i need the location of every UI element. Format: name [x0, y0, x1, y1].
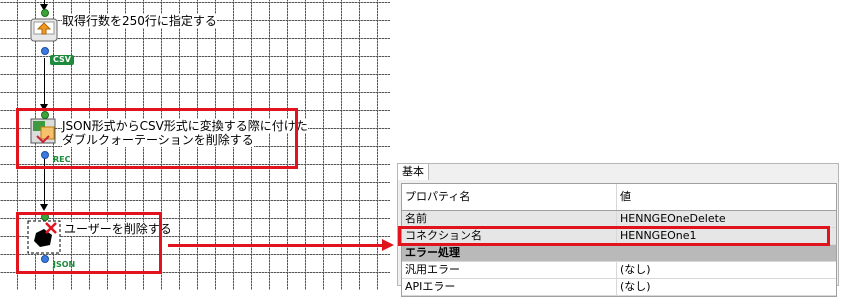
- connector-line: [44, 58, 45, 108]
- property-name: APIエラー: [402, 279, 617, 295]
- column-header-name: プロパティ名: [402, 184, 617, 210]
- input-port[interactable]: [41, 9, 49, 17]
- node-label: 取得行数を250行に指定する: [62, 14, 217, 28]
- highlight-box-node3: [16, 212, 162, 274]
- pointer-arrow-line: [168, 244, 386, 247]
- connector-arrow: [40, 204, 48, 211]
- csv-tag: CSV: [50, 55, 74, 65]
- property-grid: プロパティ名 値 名前 HENNGEOneDelete コネクション名 HENN…: [398, 183, 837, 297]
- column-header-value: 値: [620, 190, 631, 203]
- highlight-box-node2: [16, 108, 298, 169]
- property-row[interactable]: 汎用エラー (なし): [402, 262, 836, 279]
- pointer-arrow-head: [382, 239, 394, 251]
- property-row[interactable]: APIエラー (なし): [402, 279, 836, 296]
- property-value[interactable]: (なし): [617, 279, 836, 295]
- property-value[interactable]: (なし): [617, 262, 836, 278]
- property-name: 名前: [402, 211, 617, 227]
- property-value[interactable]: HENNGEOneDelete: [617, 211, 836, 227]
- tab-basic[interactable]: 基本: [397, 163, 429, 180]
- grid-header: プロパティ名 値: [402, 184, 836, 211]
- row-limit-icon[interactable]: [29, 15, 59, 45]
- output-port[interactable]: [41, 47, 49, 55]
- section-label: エラー処理: [405, 246, 460, 259]
- property-row[interactable]: コネクション名 HENNGEOne1: [398, 226, 836, 246]
- section-header[interactable]: エラー処理: [402, 245, 836, 262]
- property-name: 汎用エラー: [402, 262, 617, 278]
- highlight-box-connection: [398, 226, 830, 246]
